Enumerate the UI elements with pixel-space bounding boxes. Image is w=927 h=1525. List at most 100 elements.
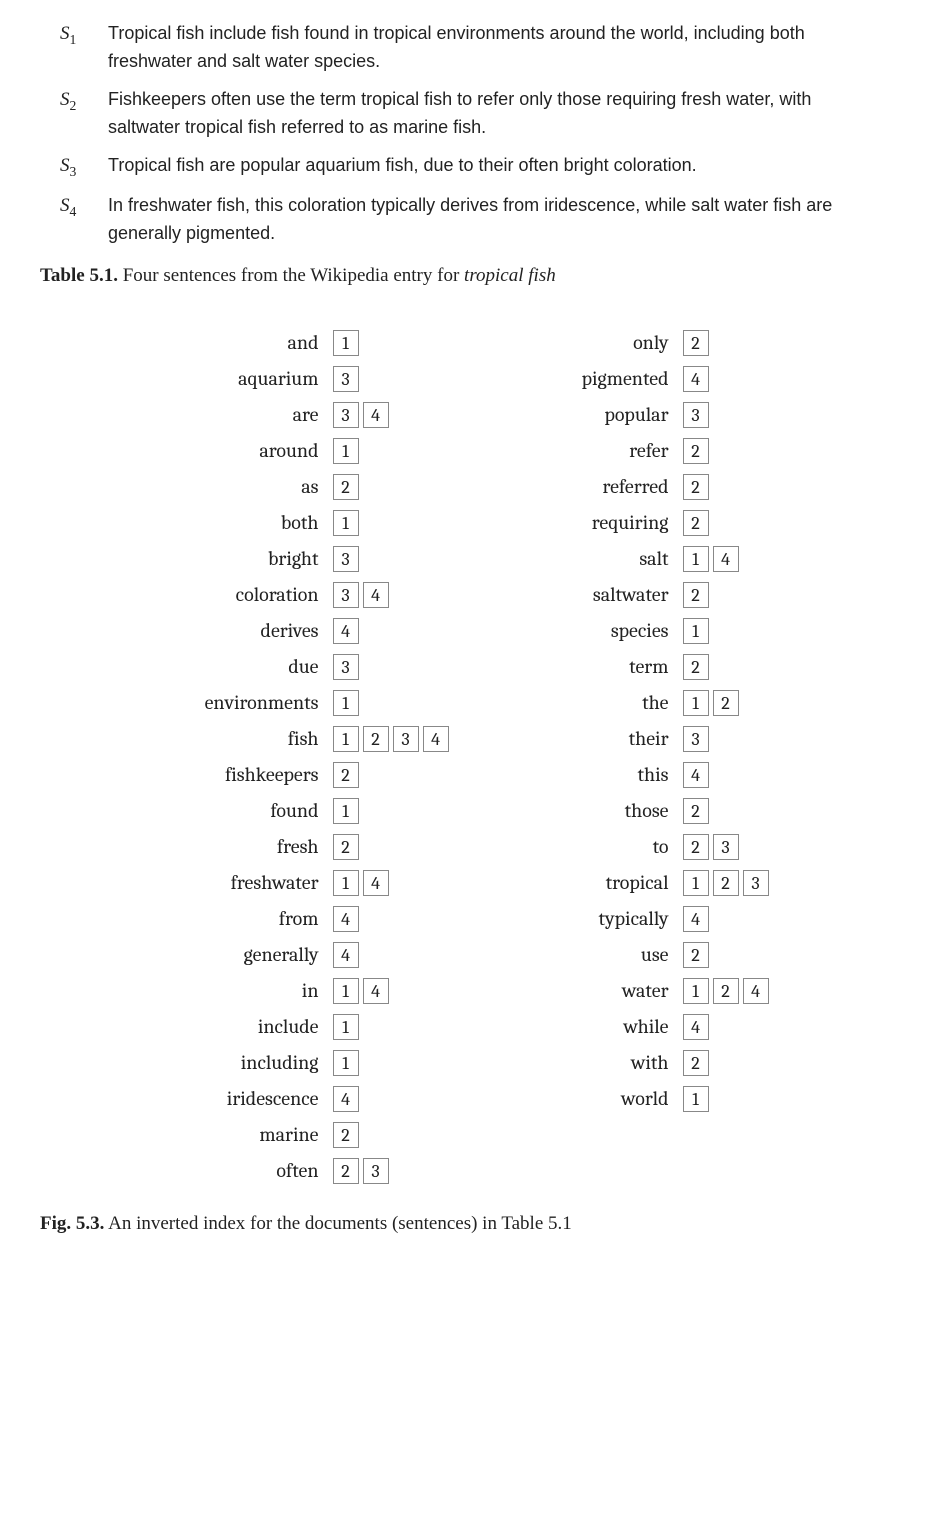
index-row: typically4 [509,904,769,934]
postings-list: 2 [683,510,709,536]
posting-box: 1 [683,870,709,896]
posting-box: 2 [333,762,359,788]
sentence-label: S1 [40,20,108,50]
posting-box: 2 [333,1158,359,1184]
index-term: pigmented [509,364,683,394]
posting-box: 3 [363,1158,389,1184]
index-row: use2 [509,940,769,970]
index-term: in [159,976,333,1006]
postings-list: 1234 [333,726,449,752]
index-row: freshwater14 [159,868,449,898]
postings-list: 1 [333,690,359,716]
index-row: only2 [509,328,769,358]
postings-list: 4 [333,942,359,968]
index-row: pigmented4 [509,364,769,394]
index-row: marine2 [159,1120,449,1150]
postings-list: 34 [333,402,389,428]
postings-list: 3 [333,654,359,680]
postings-list: 2 [333,474,359,500]
posting-box: 2 [683,942,709,968]
posting-box: 3 [333,582,359,608]
index-row: derives4 [159,616,449,646]
index-term: as [159,472,333,502]
index-term: water [509,976,683,1006]
index-term: their [509,724,683,754]
posting-box: 1 [333,510,359,536]
posting-box: 1 [683,690,709,716]
sentence-label: S3 [40,152,108,182]
posting-box: 1 [683,978,709,1004]
postings-list: 1 [333,330,359,356]
figure-caption-text: An inverted index for the documents (sen… [104,1213,571,1234]
index-row: generally4 [159,940,449,970]
index-row: water124 [509,976,769,1006]
postings-list: 2 [683,474,709,500]
posting-box: 2 [713,870,739,896]
posting-box: 4 [363,402,389,428]
index-term: freshwater [159,868,333,898]
postings-list: 3 [333,366,359,392]
posting-box: 4 [333,906,359,932]
posting-box: 2 [683,582,709,608]
sentence-item: S3Tropical fish are popular aquarium fis… [40,152,887,182]
posting-box: 2 [683,330,709,356]
index-row: environments1 [159,688,449,718]
table-caption-pre: Four sentences from the Wikipedia entry … [118,265,464,286]
index-term: derives [159,616,333,646]
index-row: in14 [159,976,449,1006]
posting-box: 4 [683,1014,709,1040]
index-row: iridescence4 [159,1084,449,1114]
index-term: tropical [509,868,683,898]
postings-list: 3 [683,726,709,752]
index-row: those2 [509,796,769,826]
postings-list: 34 [333,582,389,608]
table-caption: Table 5.1. Four sentences from the Wikip… [40,262,887,291]
postings-list: 4 [683,906,709,932]
index-term: generally [159,940,333,970]
sentence-text: Tropical fish are popular aquarium fish,… [108,152,697,180]
posting-box: 4 [713,546,739,572]
index-row: coloration34 [159,580,449,610]
index-term: iridescence [159,1084,333,1114]
postings-list: 4 [683,1014,709,1040]
postings-list: 1 [333,1050,359,1076]
posting-box: 1 [333,330,359,356]
posting-box: 1 [333,1050,359,1076]
index-term: include [159,1012,333,1042]
postings-list: 2 [333,1122,359,1148]
posting-box: 1 [683,1086,709,1112]
index-term: term [509,652,683,682]
postings-list: 124 [683,978,769,1004]
posting-box: 4 [363,582,389,608]
index-row: to23 [509,832,769,862]
index-row: due3 [159,652,449,682]
posting-box: 4 [683,366,709,392]
index-row: this4 [509,760,769,790]
index-term: the [509,688,683,718]
index-term: with [509,1048,683,1078]
index-row: are34 [159,400,449,430]
index-term: are [159,400,333,430]
index-term: while [509,1012,683,1042]
postings-list: 2 [333,834,359,860]
posting-box: 1 [333,798,359,824]
postings-list: 23 [683,834,739,860]
posting-box: 4 [363,978,389,1004]
posting-box: 2 [333,474,359,500]
index-term: found [159,796,333,826]
index-term: around [159,436,333,466]
posting-box: 1 [683,546,709,572]
index-row: found1 [159,796,449,826]
index-row: their3 [509,724,769,754]
postings-list: 2 [683,330,709,356]
index-term: species [509,616,683,646]
posting-box: 3 [683,402,709,428]
index-row: requiring2 [509,508,769,538]
sentence-text: Fishkeepers often use the term tropical … [108,86,887,142]
sentence-label: S2 [40,86,108,116]
index-term: fishkeepers [159,760,333,790]
postings-list: 2 [683,798,709,824]
index-row: tropical123 [509,868,769,898]
posting-box: 2 [683,654,709,680]
posting-box: 4 [333,618,359,644]
